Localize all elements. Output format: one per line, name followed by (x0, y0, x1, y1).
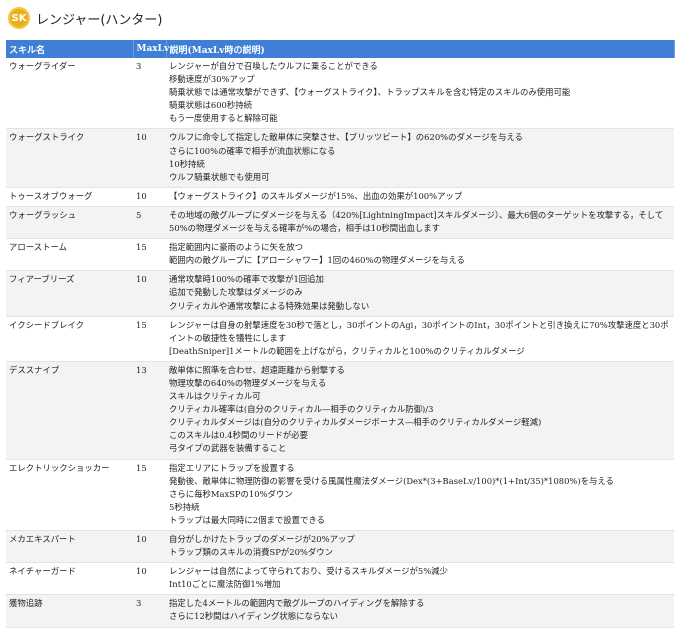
description-line: 弓タイプの武器を装備すること (169, 443, 287, 454)
skill-name-cell: フィアーブリーズ (6, 270, 133, 317)
description-cell: 指定した4メートルの範囲内で敵グループのハイディングを解除する さらに12秒間はハ… (166, 594, 674, 628)
description-line: 指定範囲内に豪雨のように矢を放つ (169, 242, 303, 253)
skill-name-cell: ネイチャーガード (6, 562, 133, 596)
description-line: その地域の敵グループにダメージを与える（420%[LightningImpact… (169, 209, 664, 234)
description-line: さらに12秒間はハイディング状態にならない (169, 611, 339, 622)
description-line: クリティカルや通常攻撃による特殊効果は発動しない (169, 300, 370, 311)
table-row: エレクトリックショッカー 15 指定エリアにトラップを設置する発動後、敵単体に物理防… (6, 459, 674, 532)
skill-name-cell: トゥースオブウォーグ (6, 187, 133, 207)
description-line: クリティカル確率は(自分のクリティカル—相手のクリティカル防御)/3 (169, 404, 434, 415)
description-line: もう一度使用すると解除可能 (169, 113, 278, 124)
description-line: Int10ごとに魔法防御1%増加 (169, 579, 281, 590)
description-line: 5秒持続 (169, 501, 200, 512)
description-cell: 自分がしかけたトラップのダメージが20%アップ トラップ類のスキルの消費SPが20… (166, 530, 674, 564)
description-line: 移動速度が30%アップ (169, 74, 255, 85)
description-line: 発動後、敵単体に物理防御の影響を受ける風属性魔法ダメージ(Dex*(3+Base… (169, 475, 614, 486)
table-row: デススナイプ 13 敵単体に照準を合わせ、超遠距離から射撃する 物理攻撃の640%の物… (6, 361, 674, 460)
skill-name-cell: ウォーグライダー (6, 58, 133, 130)
description-line: レンジャーは自身の射撃速度を30秒で落とし，30ポイントのAgi，30ポイントの… (169, 319, 669, 343)
maxlv-cell: 5 (133, 206, 166, 240)
skill-name-cell: エレクトリックショッカー (6, 459, 133, 532)
description-cell: ウルフに命令して指定した敵単体に突撃させ、【ブリッツビート】の620%のダメージ… (166, 128, 674, 188)
description-line: 敵単体に照準を合わせ、超遠距離から射撃する (169, 364, 345, 375)
description-cell: 通常攻撃時100%の確率で攻撃が1回追加 追加で発動した攻撃はダメージのみクリティ… (166, 270, 674, 317)
maxlv-cell: 15 (133, 238, 166, 272)
maxlv-cell: 10 (133, 530, 166, 564)
description-line: スキルはクリティカル可 (169, 391, 261, 402)
maxlv-cell: 10 (133, 562, 166, 596)
skill-name-cell: アローストーム (6, 238, 133, 272)
description-line: 範囲内の敵グループに【アローシャワー】1回の460%の物理ダメージを与える (169, 255, 465, 266)
description-line: 指定エリアにトラップを設置する (169, 462, 295, 473)
table-row: メカエキスパート 10 自分がしかけたトラップのダメージが20%アップ トラップ類のス… (6, 530, 674, 564)
description-cell: 【ウォーグストライク】のスキルダメージが15%、出血の効果が100%アップ (166, 187, 674, 207)
description-line: 物理攻撃の640%の物理ダメージを与える (169, 377, 327, 388)
description-cell: 指定エリアにトラップを設置する発動後、敵単体に物理防御の影響を受ける風属性魔法ダ… (166, 459, 674, 532)
column-header-description: 説明(MaxLv時の説明) (166, 40, 675, 58)
maxlv-cell: 15 (133, 316, 166, 362)
description-line: レンジャーは自然によって守られており、受けるスキルダメージが5%減少 (169, 566, 448, 577)
description-line: クリティカルダメージは(自分のクリティカルダメージボーナス—相手のクリティカルダ… (169, 417, 542, 428)
description-line: さらに100%の確率で相手が流血状態になる (169, 145, 336, 156)
description-line: 追加で発動した攻撃はダメージのみ (169, 287, 303, 298)
maxlv-cell: 10 (133, 187, 166, 207)
description-cell: レンジャーが自分で召喚したウルフに乗ることができる 移動速度が30%アップ 騎乗状態… (166, 58, 674, 130)
table-row: ウォーグストライク 10 ウルフに命令して指定した敵単体に突撃させ、【ブリッツビート… (6, 128, 674, 188)
table-row: トゥースオブウォーグ 10 【ウォーグストライク】のスキルダメージが15%、出血の効… (6, 187, 674, 207)
skill-name-cell: デススナイプ (6, 361, 133, 460)
skill-name-cell: イクシードブレイク (6, 316, 133, 362)
description-line: このスキルは0.4秒間のリードが必要 (169, 430, 308, 441)
description-cell: その地域の敵グループにダメージを与える（420%[LightningImpact… (166, 206, 674, 240)
description-line: 指定した4メートルの範囲内で敵グループのハイディングを解除する (169, 598, 425, 609)
table-row: フィアーブリーズ 10 通常攻撃時100%の確率で攻撃が1回追加 追加で発動した攻撃は… (6, 270, 674, 317)
description-line: レンジャーが自分で召喚したウルフに乗ることができる (169, 61, 378, 71)
maxlv-cell: 10 (133, 128, 166, 188)
description-cell: レンジャーは自身の射撃速度を30秒で落とし，30ポイントのAgi，30ポイントの… (166, 316, 674, 362)
table-row: イクシードブレイク 15 レンジャーは自身の射撃速度を30秒で落とし，30ポイントの… (6, 316, 674, 362)
maxlv-cell: 3 (133, 594, 166, 628)
skill-table: スキル名 MaxLv 説明(MaxLv時の説明) ウォーグライダー 3 レンジャーが… (6, 40, 675, 628)
table-row: ウォーグラッシュ 5 その地域の敵グループにダメージを与える（420%[Lightn… (6, 206, 674, 240)
maxlv-cell: 15 (133, 459, 166, 532)
table-row: アローストーム 15 指定範囲内に豪雨のように矢を放つ範囲内の敵グループに【アローシ… (6, 238, 674, 272)
description-cell: 敵単体に照準を合わせ、超遠距離から射撃する 物理攻撃の640%の物理ダメージを与え… (166, 361, 674, 460)
skill-name-cell: ウォーグラッシュ (6, 206, 133, 240)
description-cell: 指定範囲内に豪雨のように矢を放つ範囲内の敵グループに【アローシャワー】1回の46… (166, 238, 674, 272)
description-cell: レンジャーは自然によって守られており、受けるスキルダメージが5%減少 Int10ご… (166, 562, 674, 596)
description-line: トラップ類のスキルの消費SPが20%ダウン (169, 547, 333, 558)
description-line: 通常攻撃時100%の確率で攻撃が1回追加 (169, 274, 324, 285)
skill-name-cell: メカエキスパート (6, 530, 133, 564)
table-header-row: スキル名 MaxLv 説明(MaxLv時の説明) (6, 40, 675, 58)
description-line: さらに毎秒MaxSPの10%ダウン (169, 488, 293, 499)
description-line: 騎乗状態では通常攻撃ができず、【ウォーグストライク】、トラップスキルを含む特定の… (169, 87, 571, 98)
skill-name-cell: 獲物追跡 (6, 594, 133, 628)
description-line: トラップは最大同時に2個まで設置できる (169, 514, 325, 525)
skill-name-cell: ウォーグストライク (6, 128, 133, 188)
description-line: 【ウォーグストライク】のスキルダメージが15%、出血の効果が100%アップ (169, 190, 463, 201)
description-line: 自分がしかけたトラップのダメージが20%アップ (169, 534, 355, 544)
description-line: ウルフ騎乗状態でも使用可 (169, 171, 270, 182)
maxlv-cell: 10 (133, 270, 166, 317)
column-header-skill-name: スキル名 (6, 40, 134, 58)
description-line: ウルフに命令して指定した敵単体に突撃させ、【ブリッツビート】の620%のダメージ… (169, 132, 523, 143)
table-row: 獲物追跡 3 指定した4メートルの範囲内で敵グループのハイディングを解除する さらに1… (6, 594, 674, 628)
description-line: [DeathSniper]1メートルの範囲を上げながら，クリティカルと100%の… (169, 345, 525, 356)
column-header-maxlv: MaxLv (133, 40, 169, 58)
description-line: 10秒持続 (169, 158, 205, 169)
maxlv-cell: 3 (133, 58, 166, 130)
page-header: SK レンジャー(ハンター) (0, 0, 680, 36)
table-row: ウォーグライダー 3 レンジャーが自分で召喚したウルフに乗ることができる 移動速度が3… (6, 58, 674, 130)
class-logo-icon: SK (8, 7, 30, 29)
page-title: レンジャー(ハンター) (36, 12, 163, 28)
description-line: 騎乗状態は600秒持続 (169, 100, 252, 111)
maxlv-cell: 13 (133, 361, 166, 460)
table-row: ネイチャーガード 10 レンジャーは自然によって守られており、受けるスキルダメージが… (6, 562, 674, 596)
